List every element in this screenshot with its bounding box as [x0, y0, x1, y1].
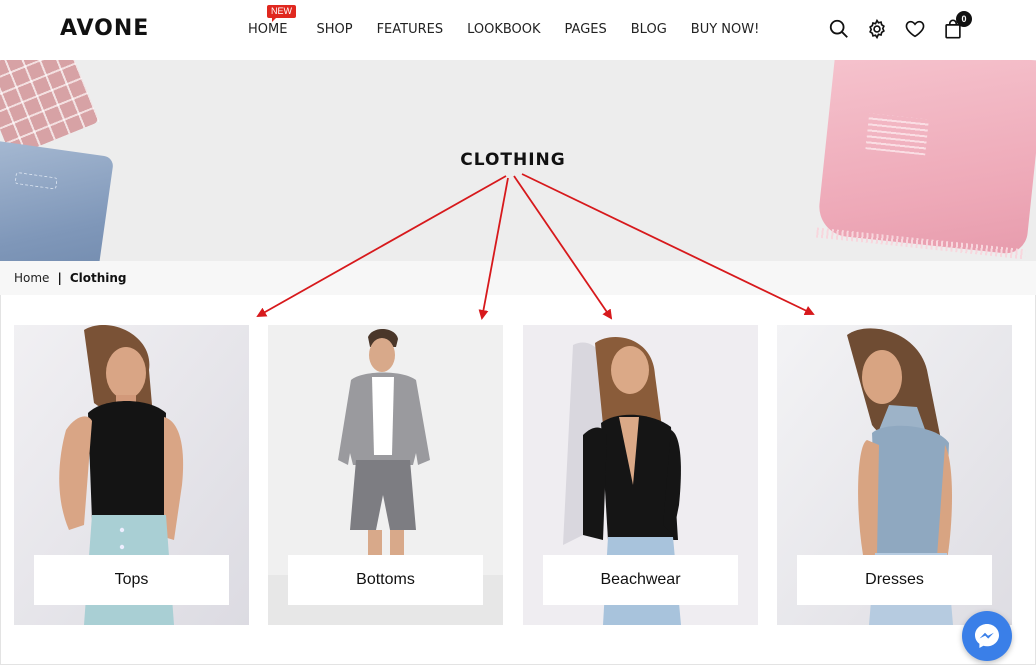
category-card-dresses[interactable]: Dresses	[777, 325, 1012, 625]
settings-icon[interactable]	[866, 18, 888, 40]
category-banner: CLOTHING	[0, 60, 1036, 261]
nav-features[interactable]: FEATURES	[365, 22, 456, 37]
nav-pages[interactable]: PAGES	[553, 22, 619, 37]
category-card-tops[interactable]: Tops	[14, 325, 249, 625]
breadcrumb-bar: Home | Clothing	[0, 261, 1036, 295]
site-logo[interactable]: AVONE	[60, 16, 149, 41]
new-badge: NEW	[267, 5, 296, 22]
nav-home-label: HOME	[248, 22, 288, 37]
breadcrumb-home-link[interactable]: Home	[14, 271, 49, 285]
breadcrumb-separator: |	[57, 271, 62, 285]
breadcrumb: Home | Clothing	[14, 271, 127, 285]
nav-buy-now[interactable]: BUY NOW!	[679, 22, 772, 37]
header-icons: 0	[828, 11, 972, 40]
nav-shop[interactable]: SHOP	[304, 22, 364, 37]
main-navigation: HOME NEW SHOP FEATURES LOOKBOOK PAGES BL…	[236, 5, 772, 37]
nav-lookbook[interactable]: LOOKBOOK	[455, 22, 552, 37]
shopping-bag-icon[interactable]: 0	[942, 11, 972, 40]
breadcrumb-current: Clothing	[69, 271, 127, 285]
search-icon[interactable]	[828, 18, 850, 40]
category-label-bottoms[interactable]: Bottoms	[288, 555, 483, 605]
category-card-beachwear[interactable]: Beachwear	[523, 325, 758, 625]
category-label-beachwear[interactable]: Beachwear	[543, 555, 738, 605]
messenger-icon	[975, 624, 999, 648]
wishlist-heart-icon[interactable]	[904, 18, 926, 40]
site-header: AVONE HOME NEW SHOP FEATURES LOOKBOOK PA…	[0, 0, 1036, 60]
category-label-tops[interactable]: Tops	[34, 555, 229, 605]
cart-count-badge: 0	[956, 11, 972, 27]
category-label-dresses[interactable]: Dresses	[797, 555, 992, 605]
nav-home[interactable]: HOME NEW	[236, 5, 304, 37]
nav-blog[interactable]: BLOG	[619, 22, 679, 37]
category-card-bottoms[interactable]: Bottoms	[268, 325, 503, 625]
messenger-chat-button[interactable]	[962, 611, 1012, 661]
page-title: CLOTHING	[460, 150, 566, 170]
